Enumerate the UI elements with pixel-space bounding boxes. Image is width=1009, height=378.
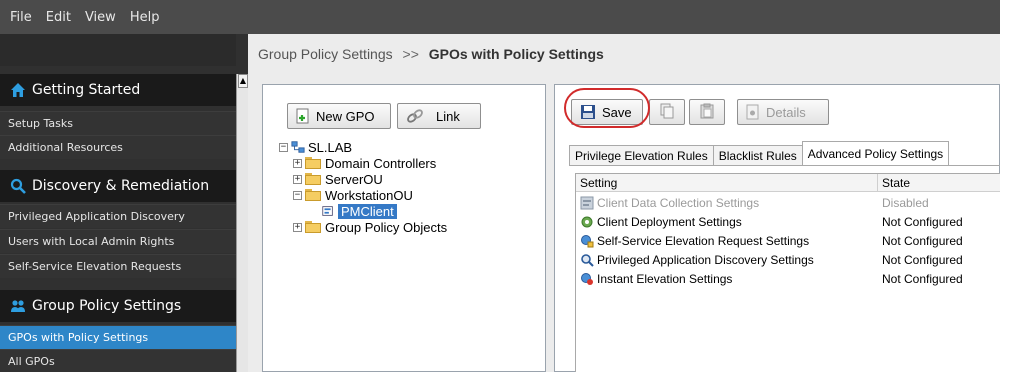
folder-icon [305,173,321,185]
breadcrumb: Group Policy Settings >> GPOs with Polic… [258,46,604,62]
instant-elevation-icon [580,272,594,286]
menu-file[interactable]: File [10,10,32,25]
elevation-request-icon [580,234,594,248]
setting-cell: Self-Service Elevation Request Settings [580,231,809,250]
collapse-icon[interactable]: − [279,142,288,152]
save-highlight-circle [564,88,650,128]
section-title: Discovery & Remediation [32,178,210,194]
paste-button[interactable] [689,99,725,125]
table-row[interactable]: Client Deployment Settings Not Configure… [576,212,1000,231]
table-row[interactable]: Self-Service Elevation Request Settings … [576,231,1000,250]
details-label: Details [766,104,806,120]
state-cell: Disabled [882,195,929,210]
breadcrumb-parent[interactable]: Group Policy Settings [258,46,393,62]
tab-advanced-policy-settings[interactable]: Advanced Policy Settings [801,141,950,165]
link-button[interactable]: Link [397,103,481,129]
settings-table: Setting State Client Data Collection Set… [575,173,1000,372]
home-icon [10,82,26,98]
sidebar-spacer [0,34,236,66]
setting-cell: Client Deployment Settings [580,212,742,231]
tree-node-domain-controllers[interactable]: + Domain Controllers [293,155,436,171]
menu-edit[interactable]: Edit [46,10,71,25]
gpo-tree-panel: New GPO Link − SL.LAB + Domain Controlle… [262,84,546,372]
column-header-setting[interactable]: Setting [576,174,878,192]
tree-label: PMClient [338,203,397,219]
state-cell: Not Configured [882,271,963,286]
folder-open-icon [305,189,321,201]
tree-label: ServerOU [325,171,383,187]
gpo-link-icon [321,204,335,218]
tree-node-serverou[interactable]: + ServerOU [293,171,383,187]
tree-node-root[interactable]: − SL.LAB [279,139,352,155]
column-header-state[interactable]: State [878,174,1000,192]
expand-icon[interactable]: + [293,174,302,184]
settings-tabs: Privilege Elevation Rules Blacklist Rule… [569,141,950,165]
details-icon [746,104,760,120]
table-row[interactable]: Privileged Application Discovery Setting… [576,250,1000,269]
menu-help[interactable]: Help [130,10,160,25]
new-document-icon [296,108,310,124]
users-icon [10,298,26,314]
tab-blacklist-rules[interactable]: Blacklist Rules [712,145,803,165]
table-row[interactable]: Client Data Collection Settings Disabled [576,193,1000,212]
details-button[interactable]: Details [737,99,829,125]
new-gpo-button[interactable]: New GPO [287,103,391,129]
breadcrumb-separator: >> [402,46,419,62]
sidebar-item-users-local-admin[interactable]: Users with Local Admin Rights [0,229,236,253]
sidebar-item-gpos-with-policy-settings[interactable]: GPOs with Policy Settings [0,325,236,349]
setting-cell: Instant Elevation Settings [580,269,732,288]
section-title: Getting Started [32,82,141,98]
tree-label: WorkstationOU [325,187,413,203]
new-gpo-label: New GPO [316,108,375,124]
data-collection-icon [580,196,594,210]
section-group-policy-settings[interactable]: Group Policy Settings [0,290,236,322]
domain-icon [291,140,305,154]
main-content: Group Policy Settings >> GPOs with Polic… [248,34,1000,372]
copy-button[interactable] [649,99,685,125]
state-cell: Not Configured [882,214,963,229]
sidebar: Getting Started Setup Tasks Additional R… [0,34,248,372]
section-title: Group Policy Settings [32,298,182,314]
tree-node-workstationou[interactable]: − WorkstationOU [293,187,413,203]
tab-divider [569,165,1000,166]
chain-link-icon [406,108,424,124]
setting-cell: Client Data Collection Settings [580,193,759,212]
tree-label: SL.LAB [308,139,353,155]
sidebar-item-setup-tasks[interactable]: Setup Tasks [0,111,236,135]
search-icon [10,178,26,194]
tree-node-group-policy-objects[interactable]: + Group Policy Objects [293,219,447,235]
paste-icon [699,103,715,122]
tab-privilege-elevation-rules[interactable]: Privilege Elevation Rules [569,145,714,165]
scroll-up-icon[interactable]: ▲ [238,74,248,88]
state-cell: Not Configured [882,252,963,267]
deployment-gear-icon [580,215,594,229]
table-row[interactable]: Instant Elevation Settings Not Configure… [576,269,1000,288]
sidebar-item-self-service-requests[interactable]: Self-Service Elevation Requests [0,254,236,278]
collapse-icon[interactable]: − [293,190,302,200]
copy-icon [659,103,675,122]
tree-label: Domain Controllers [325,155,437,171]
link-label: Link [436,108,460,124]
setting-cell: Privileged Application Discovery Setting… [580,250,814,269]
state-cell: Not Configured [882,233,963,248]
menu-bar: File Edit View Help [0,0,1000,34]
tree-label: Group Policy Objects [325,219,448,235]
tree-node-pmclient[interactable]: PMClient [321,203,397,219]
discovery-magnifier-icon [580,253,594,267]
sidebar-item-additional-resources[interactable]: Additional Resources [0,135,236,159]
app-window: File Edit View Help Getting Started Setu… [0,0,1000,372]
breadcrumb-current: GPOs with Policy Settings [428,46,604,62]
menu-view[interactable]: View [85,10,116,25]
section-discovery-remediation[interactable]: Discovery & Remediation [0,170,236,202]
sidebar-scrollbar[interactable]: ▲ [236,74,248,372]
expand-icon[interactable]: + [293,222,302,232]
sidebar-item-privileged-app-discovery[interactable]: Privileged Application Discovery [0,204,236,228]
folder-icon [305,157,321,169]
section-getting-started[interactable]: Getting Started [0,74,236,106]
expand-icon[interactable]: + [293,158,302,168]
folder-icon [305,221,321,233]
sidebar-item-all-gpos[interactable]: All GPOs [0,349,236,372]
